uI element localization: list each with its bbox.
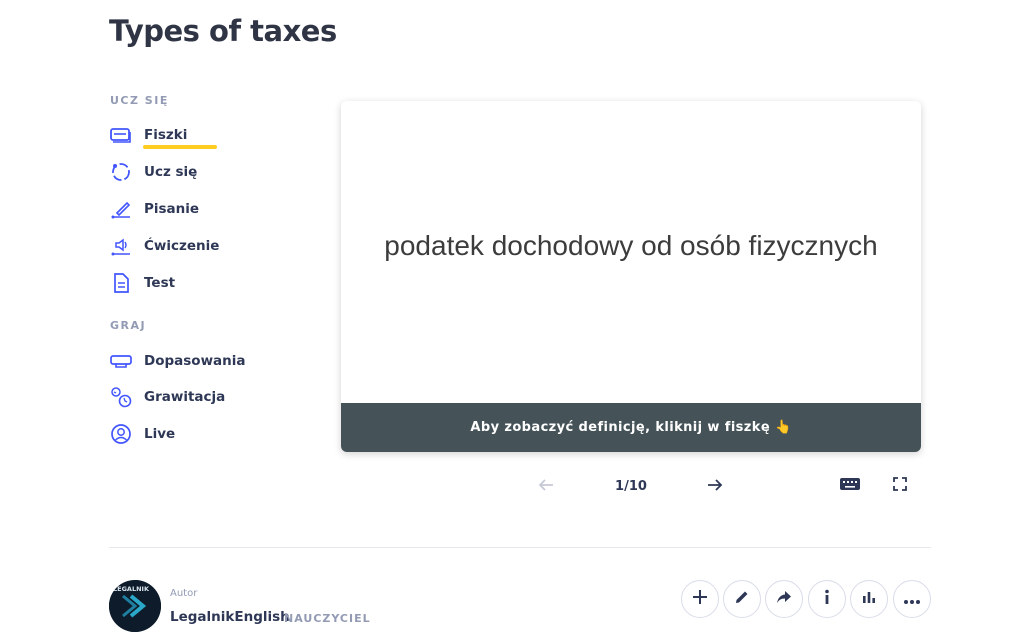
sidebar-item-label: Grawitacja	[144, 389, 226, 405]
pencil-write-icon	[109, 197, 133, 221]
sidebar-item-test[interactable]: Test	[109, 271, 175, 295]
sidebar-item-live[interactable]: Live	[109, 422, 175, 446]
avatar-logo-text: LEGALNIK	[113, 585, 150, 593]
next-card-button[interactable]	[705, 476, 725, 496]
learn-cycle-icon	[109, 160, 133, 184]
speaker-icon	[109, 234, 133, 258]
sidebar-item-label: Dopasowania	[144, 353, 246, 369]
pencil-icon	[733, 588, 751, 610]
bar-chart-icon	[860, 588, 878, 610]
avatar[interactable]: LEGALNIK	[109, 580, 161, 632]
fullscreen-button[interactable]	[890, 476, 910, 496]
add-button[interactable]	[681, 580, 719, 618]
arrow-right-icon	[706, 477, 724, 496]
author-label: Autor	[170, 588, 198, 599]
active-tab-indicator	[143, 145, 217, 149]
flashcard[interactable]: podatek dochodowy od osób fizycznych Aby…	[341, 101, 921, 452]
divider	[109, 547, 931, 548]
arrow-left-icon	[537, 477, 555, 496]
person-circle-icon	[109, 422, 133, 446]
sidebar-item-label: Test	[144, 275, 176, 291]
author-role-badge: NAUCZYCIEL	[284, 612, 371, 625]
sidebar-item-match[interactable]: Dopasowania	[109, 349, 246, 373]
sidebar-item-flashcards[interactable]: Fiszki	[109, 123, 187, 147]
keyboard-shortcuts-button[interactable]	[838, 476, 862, 496]
share-arrow-icon	[775, 588, 793, 610]
sidebar-item-label: Ucz się	[144, 164, 198, 180]
card-counter: 1/10	[615, 478, 647, 494]
gravity-icon	[109, 385, 133, 409]
flashcards-icon	[109, 123, 133, 147]
author-name[interactable]: LegalnikEnglish	[170, 609, 290, 625]
info-button[interactable]	[808, 580, 846, 618]
document-icon	[109, 271, 133, 295]
play-section-label: GRAJ	[110, 319, 147, 332]
info-icon	[818, 588, 836, 610]
share-button[interactable]	[765, 580, 803, 618]
sidebar-item-gravity[interactable]: Grawitacja	[109, 385, 225, 409]
sidebar-item-write[interactable]: Pisanie	[109, 197, 199, 221]
page-title: Types of taxes	[109, 14, 337, 48]
sidebar-item-label: Fiszki	[144, 127, 188, 143]
edit-button[interactable]	[723, 580, 761, 618]
learn-section-label: UCZ SIĘ	[110, 94, 169, 107]
sidebar-item-label: Pisanie	[144, 201, 200, 217]
flashcard-hint: Aby zobaczyć definicję, kliknij w fiszkę…	[341, 403, 921, 452]
sidebar-item-practice[interactable]: Ćwiczenie	[109, 234, 219, 258]
sidebar-item-label: Live	[144, 426, 176, 442]
sidebar-item-learn[interactable]: Ucz się	[109, 160, 197, 184]
previous-card-button[interactable]	[536, 476, 556, 496]
sidebar-item-label: Ćwiczenie	[144, 238, 220, 254]
plus-icon	[691, 588, 709, 610]
more-button[interactable]	[893, 580, 931, 618]
more-dots-icon	[903, 590, 921, 609]
stats-button[interactable]	[850, 580, 888, 618]
match-cards-icon	[109, 349, 133, 373]
keyboard-icon	[839, 476, 861, 496]
flashcard-term: podatek dochodowy od osób fizycznych	[384, 230, 878, 261]
fullscreen-icon	[892, 476, 908, 496]
